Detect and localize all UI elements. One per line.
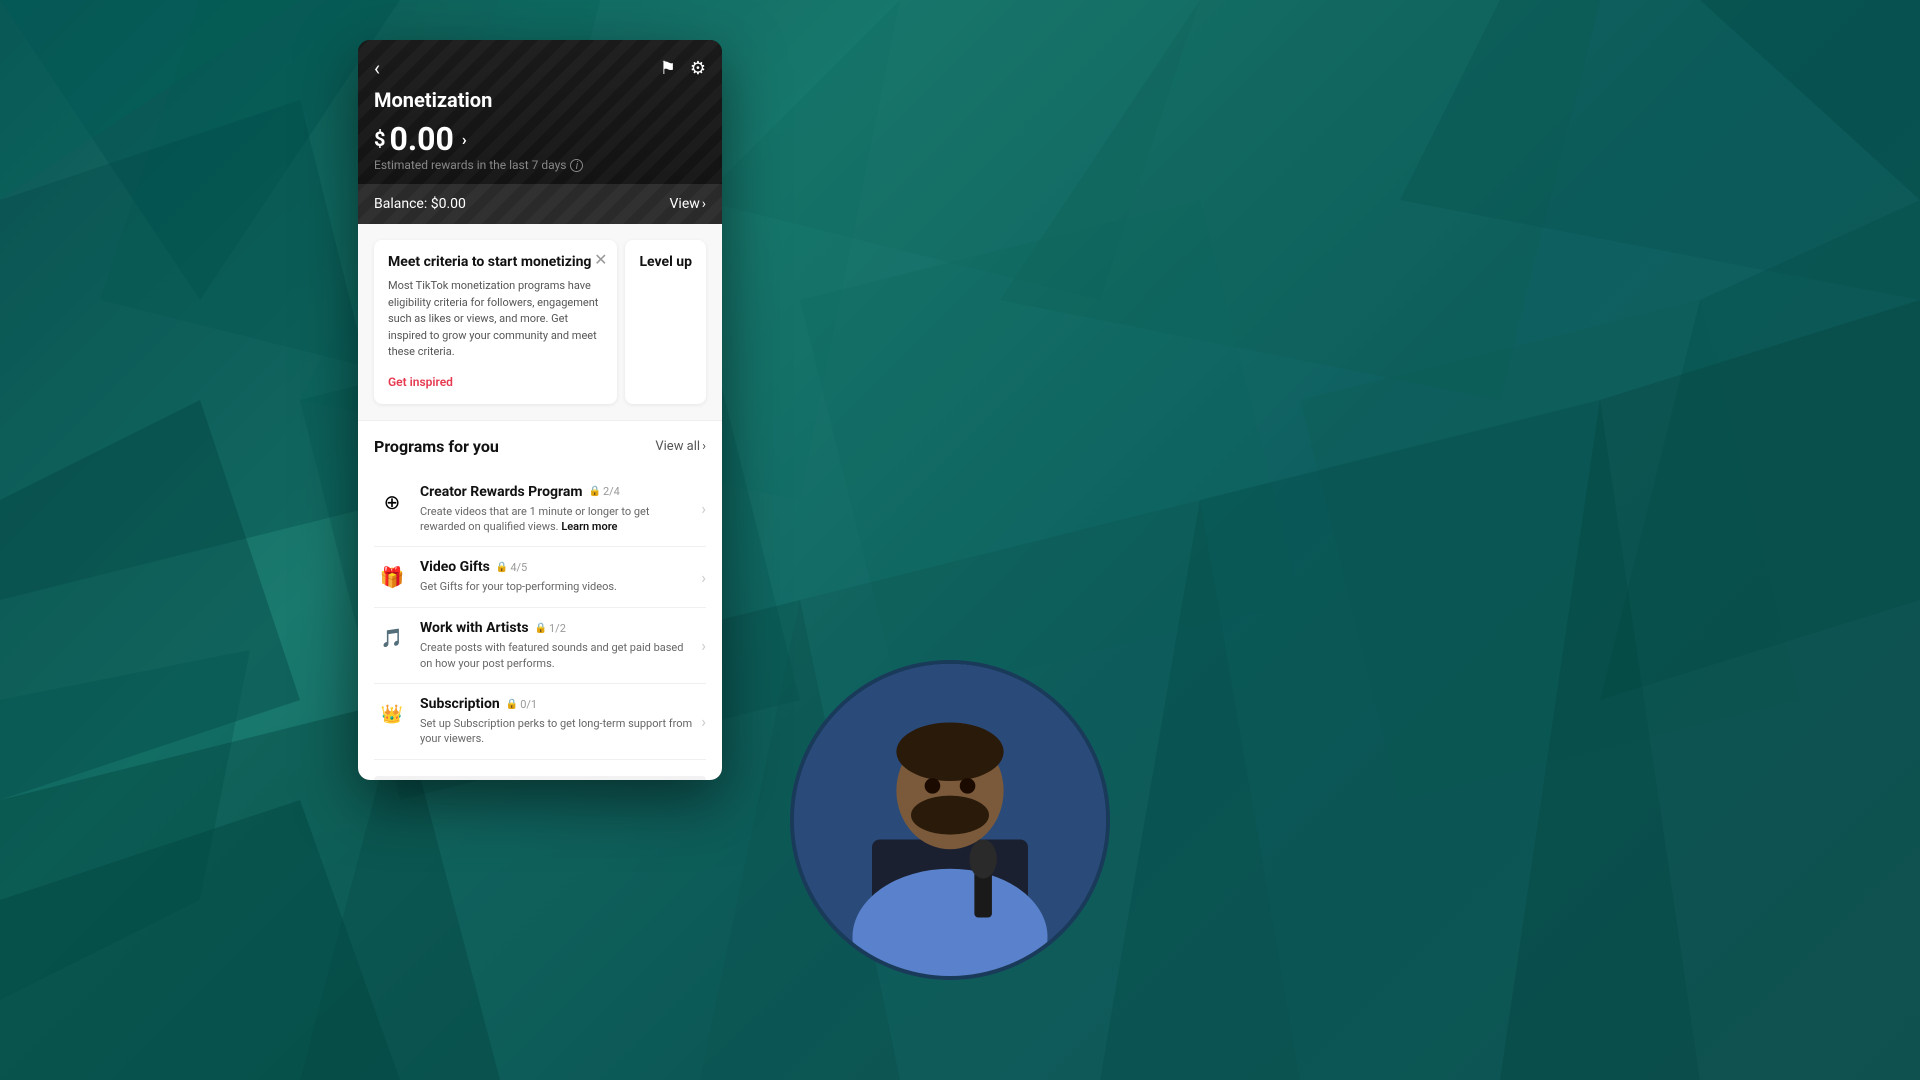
reward-value: 0.00 [389,120,453,158]
subscription-info: Subscription 🔒 0/1 Set up Subscription p… [420,696,693,747]
phone-mockup: ‹ ⚑ ⚙ Monetization $ 0.00 › Estimated re… [358,40,722,780]
video-gifts-name: Video Gifts [420,559,490,575]
subscription-desc: Set up Subscription perks to get long-te… [420,716,693,747]
view-all-chevron-icon: › [702,439,706,454]
work-with-artists-badge: 🔒 1/2 [535,622,566,635]
programs-section: Programs for you View all › ⊕ Creator Re… [358,421,722,760]
lock-icon: 🔒 [535,623,547,634]
subscription-title-row: Subscription 🔒 0/1 [420,696,693,712]
creator-rewards-desc: Create videos that are 1 minute or longe… [420,504,693,535]
notify-eligible-button[interactable]: Get notified when I'm eligible [374,776,706,780]
program-item-creator-rewards[interactable]: ⊕ Creator Rewards Program 🔒 2/4 Create v… [374,472,706,548]
video-gifts-title-row: Video Gifts 🔒 4/5 [420,559,693,575]
level-up-card: Level up [625,240,706,404]
reward-subtitle: Estimated rewards in the last 7 days i [374,158,706,172]
creator-rewards-title-row: Creator Rewards Program 🔒 2/4 [420,484,693,500]
program-chevron-icon: › [701,712,706,731]
subscription-icon: 👑 [374,696,410,732]
program-item-work-with-artists[interactable]: 🎵 Work with Artists 🔒 1/2 Create posts w… [374,608,706,684]
reward-amount[interactable]: $ 0.00 › [374,120,706,158]
lock-icon: 🔒 [589,486,601,497]
notify-button-container: Get notified when I'm eligible [358,760,722,780]
settings-icon[interactable]: ⚙ [690,58,706,79]
level-up-title: Level up [639,254,692,270]
creator-rewards-badge: 🔒 2/4 [589,485,620,498]
program-item-subscription[interactable]: 👑 Subscription 🔒 0/1 Set up Subscription… [374,684,706,760]
work-with-artists-info: Work with Artists 🔒 1/2 Create posts wit… [420,620,693,671]
section-header: Programs for you View all › [374,437,706,456]
learn-more-link[interactable]: Learn more [561,520,617,533]
work-with-artists-name: Work with Artists [420,620,529,636]
program-item-video-gifts[interactable]: 🎁 Video Gifts 🔒 4/5 Get Gifts for your t… [374,547,706,608]
program-chevron-icon: › [701,636,706,655]
banner-row: ✕ Meet criteria to start monetizing Most… [358,224,722,421]
work-with-artists-title-row: Work with Artists 🔒 1/2 [420,620,693,636]
reward-chevron-icon[interactable]: › [462,130,467,149]
close-button[interactable]: ✕ [594,250,607,269]
video-gifts-icon: 🎁 [374,559,410,595]
video-gifts-info: Video Gifts 🔒 4/5 Get Gifts for your top… [420,559,693,594]
lock-icon: 🔒 [496,562,508,573]
video-gifts-desc: Get Gifts for your top-performing videos… [420,579,693,594]
program-chevron-icon: › [701,568,706,587]
subscription-name: Subscription [420,696,500,712]
lock-icon: 🔒 [506,699,518,710]
section-title: Programs for you [374,437,499,456]
creator-rewards-info: Creator Rewards Program 🔒 2/4 Create vid… [420,484,693,535]
subscription-badge: 🔒 0/1 [506,698,537,711]
view-all-link[interactable]: View all › [655,439,706,454]
program-chevron-icon: › [701,499,706,518]
back-button[interactable]: ‹ [374,56,380,80]
creator-rewards-icon: ⊕ [374,484,410,520]
creator-rewards-name: Creator Rewards Program [420,484,583,500]
page-title: Monetization [374,88,706,112]
webcam-overlay [790,660,1110,980]
header-top-row: ‹ ⚑ ⚙ [374,56,706,80]
get-inspired-link[interactable]: Get inspired [388,375,453,389]
video-gifts-badge: 🔒 4/5 [496,561,527,574]
banner-card-title: Meet criteria to start monetizing [388,254,603,270]
header-icons-group: ⚑ ⚙ [660,58,706,79]
work-with-artists-icon: 🎵 [374,620,410,656]
banner-card-text: Most TikTok monetization programs have e… [388,278,603,361]
flag-icon[interactable]: ⚑ [660,58,676,79]
webcam-person [794,664,1106,976]
app-header: ‹ ⚑ ⚙ Monetization $ 0.00 › Estimated re… [358,40,722,224]
info-icon: i [570,159,583,172]
dollar-sign: $ [374,127,385,151]
main-content: ✕ Meet criteria to start monetizing Most… [358,224,722,780]
work-with-artists-desc: Create posts with featured sounds and ge… [420,640,693,671]
meet-criteria-card: ✕ Meet criteria to start monetizing Most… [374,240,617,404]
